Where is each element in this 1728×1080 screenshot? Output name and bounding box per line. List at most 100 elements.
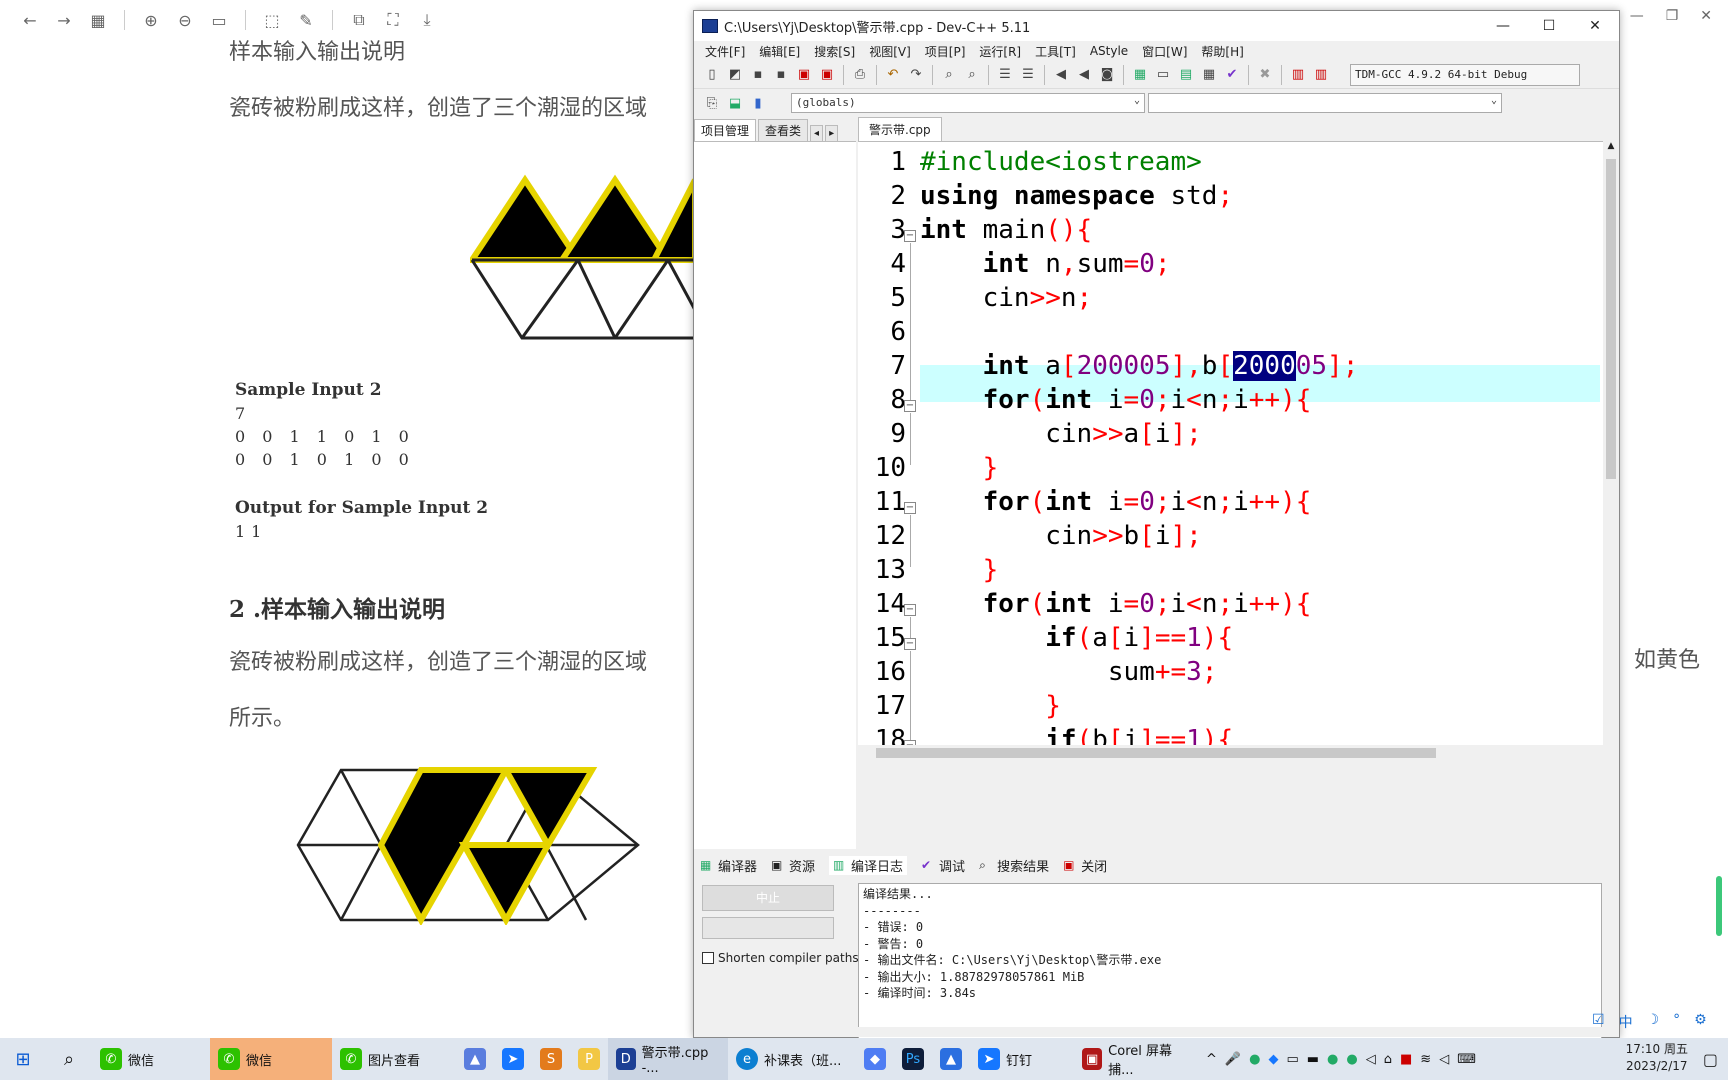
taskbar-item[interactable]: ✆ 微信 [92, 1038, 210, 1080]
tab-compiler[interactable]: ▦ 编译器 [700, 856, 757, 875]
compiler-select[interactable]: TDM-GCC 4.9.2 64-bit Debug [1350, 63, 1580, 86]
copy-icon[interactable]: ⧉ [347, 8, 371, 32]
fold-minus-icon[interactable]: − [904, 230, 916, 242]
fold-minus-icon[interactable]: − [904, 400, 916, 412]
taskbar-item[interactable]: ▲ [932, 1038, 970, 1080]
close-all-icon[interactable]: ▣ [817, 65, 837, 85]
fit-icon[interactable]: ▭ [207, 8, 231, 32]
goto-icon[interactable]: ◙ [1097, 65, 1117, 85]
taskbar-item[interactable]: ✆ 图片查看 [332, 1038, 456, 1080]
zoom-in-icon[interactable]: ⊕ [139, 8, 163, 32]
taskbar-item[interactable]: D 警示带.cpp -... [608, 1038, 728, 1080]
maximize-button[interactable]: ☐ [1526, 11, 1572, 41]
compile-icon[interactable]: ▦ [1130, 65, 1150, 85]
ime-settings-icon[interactable]: ⚙ [1694, 1012, 1707, 1032]
zoom-out-icon[interactable]: ⊖ [173, 8, 197, 32]
menu-window[interactable]: 窗口[W] [1136, 43, 1195, 60]
tray-app-icon[interactable]: ▭ [1286, 1052, 1298, 1067]
syntax-check-icon[interactable]: ✔ [1222, 65, 1242, 85]
tab-compile-log[interactable]: ▥ 编译日志 [829, 855, 908, 875]
abort-button[interactable]: 中止 [702, 885, 834, 911]
redo-icon[interactable]: ↷ [906, 65, 926, 85]
taskbar-item[interactable]: S [532, 1038, 570, 1080]
fold-minus-icon[interactable]: − [904, 604, 916, 616]
volume-icon[interactable]: ◁ [1366, 1052, 1376, 1067]
wifi-icon[interactable]: ≋ [1420, 1052, 1431, 1067]
search-button[interactable]: ⌕ [46, 1038, 92, 1080]
shorten-paths-option[interactable]: Shorten compiler paths [702, 951, 859, 965]
open-icon[interactable]: ◩ [725, 65, 745, 85]
menu-run[interactable]: 运行[R] [973, 43, 1029, 60]
unindent-icon[interactable]: ☰ [1018, 65, 1038, 85]
menu-file[interactable]: 文件[F] [699, 43, 753, 60]
menu-edit[interactable]: 编辑[E] [753, 43, 808, 60]
shorten-paths-checkbox[interactable] [702, 952, 714, 964]
tab-scroll-left-icon[interactable]: ◂ [810, 125, 824, 141]
tab-project[interactable]: 项目管理 [694, 119, 757, 141]
taskbar-item[interactable]: Ps [894, 1038, 932, 1080]
member-combo[interactable]: ⌄ [1148, 93, 1502, 113]
scope-combo[interactable]: (globals) ⌄ [791, 93, 1145, 113]
notification-icon[interactable]: ▢ [1703, 1050, 1718, 1069]
horizontal-scrollbar[interactable] [858, 745, 1603, 761]
ime-punct-icon[interactable]: ° [1673, 1012, 1680, 1032]
network-icon[interactable]: ⌂ [1384, 1052, 1392, 1067]
minimize-icon[interactable]: — [1630, 8, 1644, 24]
replace-icon[interactable]: ⌕ [962, 65, 982, 85]
taskbar-item[interactable]: ▲ [456, 1038, 494, 1080]
run-icon[interactable]: ▭ [1153, 65, 1173, 85]
toggle-bookmark-icon[interactable]: ⬓ [725, 93, 745, 113]
close-button[interactable]: ✕ [1572, 11, 1618, 41]
stop-icon[interactable]: ✖ [1255, 65, 1275, 85]
taskbar-item[interactable]: ▣ Corel 屏幕捕... [1074, 1038, 1198, 1080]
fullscreen-icon[interactable]: ⛶ [381, 8, 405, 32]
tray-app-icon[interactable]: ▬ [1307, 1052, 1319, 1067]
rotate-icon[interactable]: ⬚ [260, 8, 284, 32]
tray-app-icon[interactable]: ◆ [1268, 1052, 1278, 1067]
mic-icon[interactable]: 🎤 [1225, 1052, 1241, 1067]
taskbar-item[interactable]: P [570, 1038, 608, 1080]
minimize-button[interactable]: — [1480, 11, 1526, 41]
fold-minus-icon[interactable]: − [904, 638, 916, 650]
save-icon[interactable]: ▪ [748, 65, 768, 85]
tab-resources[interactable]: ▣ 资源 [771, 856, 815, 875]
undo-icon[interactable]: ↶ [883, 65, 903, 85]
tab-debug[interactable]: ✔ 调试 [921, 856, 965, 875]
restore-icon[interactable]: ❐ [1666, 8, 1679, 24]
scrollbar-thumb[interactable] [1606, 159, 1616, 479]
new-file-icon[interactable]: ▯ [702, 65, 722, 85]
menu-help[interactable]: 帮助[H] [1195, 43, 1251, 60]
ime-mode-icon[interactable]: ☑ [1592, 1012, 1605, 1032]
menu-tools[interactable]: 工具[T] [1029, 43, 1084, 60]
edit-icon[interactable]: ✎ [294, 8, 318, 32]
tab-search-results[interactable]: ⌕ 搜索结果 [979, 856, 1049, 875]
clock[interactable]: 17:10 周五 2023/2/17 [1626, 1041, 1688, 1075]
bookmark-forward-icon[interactable]: ◀ [1074, 65, 1094, 85]
taskbar-item[interactable]: e 补课表（班... [728, 1038, 856, 1080]
security-icon[interactable]: ■ [1400, 1052, 1412, 1067]
print-icon[interactable]: ⎙ [850, 65, 870, 85]
fold-minus-icon[interactable]: − [904, 502, 916, 514]
speaker-icon[interactable]: ◁ [1439, 1052, 1449, 1067]
save-all-icon[interactable]: ▪ [771, 65, 791, 85]
tab-close[interactable]: ▣ 关闭 [1063, 856, 1107, 875]
tab-classes[interactable]: 查看类 [758, 119, 809, 141]
code-editor[interactable]: 123456789101112131415161718 − − − − − − … [858, 141, 1603, 745]
compile-log[interactable]: 编译结果... -------- - 错误: 0 - 警告: 0 - 输出文件名… [858, 883, 1602, 1039]
ime-icon[interactable]: ⌨ [1457, 1052, 1476, 1067]
tab-file[interactable]: 警示带.cpp [858, 117, 942, 141]
profile-icon[interactable]: ▥ [1288, 65, 1308, 85]
tab-scroll-right-icon[interactable]: ▸ [825, 125, 839, 141]
bookmark-back-icon[interactable]: ◀ [1051, 65, 1071, 85]
vertical-scrollbar[interactable]: ▲ [1603, 141, 1619, 761]
close-icon[interactable]: ✕ [1700, 8, 1712, 24]
project-tree[interactable] [694, 141, 856, 849]
tray-app-icon[interactable]: ● [1346, 1052, 1357, 1067]
tray-expand-icon[interactable]: ^ [1206, 1052, 1217, 1067]
ime-moon-icon[interactable]: ☽ [1647, 1012, 1660, 1032]
back-arrow-icon[interactable]: ← [18, 8, 42, 32]
menu-search[interactable]: 搜索[S] [808, 43, 863, 60]
taskbar-item[interactable]: ◆ [856, 1038, 894, 1080]
tray-app-icon[interactable]: ● [1327, 1052, 1338, 1067]
compile-run-icon[interactable]: ▤ [1176, 65, 1196, 85]
